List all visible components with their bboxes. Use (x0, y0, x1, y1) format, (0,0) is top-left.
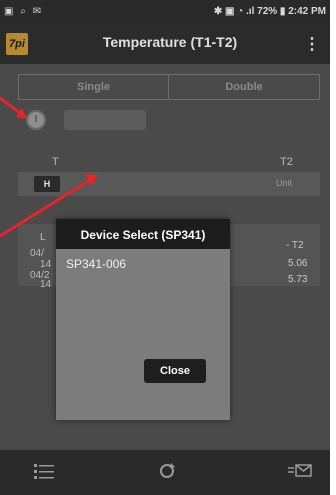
app-logo: 7pi (6, 33, 28, 55)
table-cell: - T2 (286, 240, 304, 251)
table-cell: 5.06 (288, 258, 308, 269)
double-mode-button[interactable]: Double (169, 75, 319, 99)
page-margin (330, 0, 336, 495)
hold-button[interactable]: H (34, 176, 60, 192)
close-button[interactable]: Close (144, 359, 206, 383)
table-row-tag: L (40, 232, 46, 243)
column-header-t2: T2 (280, 156, 293, 168)
table-cell: 5.73 (288, 274, 308, 285)
page-title: Temperature (T1-T2) (102, 34, 238, 50)
dialog-title: Device Select (SP341) (56, 219, 230, 249)
main-content: Single Double I T T2 H Unit L 04/ 14 04/… (0, 64, 330, 450)
control-band (18, 172, 320, 196)
unit-label: Unit (276, 178, 293, 188)
mail-icon[interactable] (288, 462, 312, 483)
mode-toggle: Single Double (18, 74, 320, 100)
column-header-t1: T (52, 156, 59, 168)
status-right-info: ✱ ▣ ◔ .ıl 72% ▮ 2:42 PM (213, 6, 326, 17)
table-row-tag: 04/ (30, 248, 44, 259)
single-mode-button[interactable]: Single (19, 75, 169, 99)
status-left-icons: ▣ ⌕ ✉ (4, 6, 43, 17)
status-bar: ▣ ⌕ ✉ ✱ ▣ ◔ .ıl 72% ▮ 2:42 PM (0, 0, 330, 24)
phone-screen: ▣ ⌕ ✉ ✱ ▣ ◔ .ıl 72% ▮ 2:42 PM 7pi Temper… (0, 0, 330, 495)
list-icon[interactable] (34, 462, 54, 483)
device-list-item[interactable]: SP341-006 (66, 257, 126, 271)
device-select-dialog: Device Select (SP341) SP341-006 Close (56, 219, 230, 420)
bottom-bar (0, 450, 330, 495)
table-row-tag: 14 (40, 259, 52, 270)
device-radio-button[interactable]: I (26, 110, 46, 130)
table-row-tag: 14 (40, 279, 52, 290)
overflow-menu-icon[interactable]: ⋮ (304, 34, 320, 54)
refresh-icon[interactable] (158, 462, 176, 483)
device-name-field[interactable] (64, 110, 146, 130)
app-bar: 7pi Temperature (T1-T2) ⋮ (0, 24, 330, 64)
